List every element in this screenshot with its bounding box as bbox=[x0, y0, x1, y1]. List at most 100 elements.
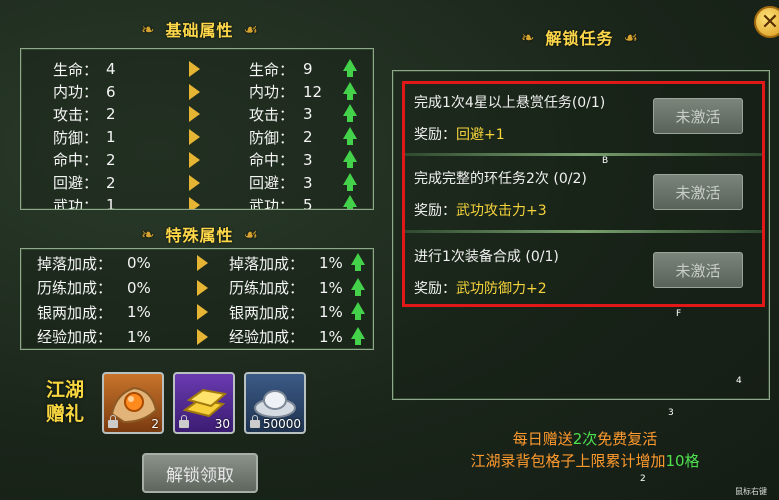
gift-label-line2: 赠礼 bbox=[45, 403, 84, 425]
attr-current-value: 0% bbox=[127, 278, 151, 297]
note-highlight: 2次 bbox=[572, 430, 598, 448]
arrow-up-icon bbox=[351, 326, 365, 345]
jianghu-gift-label: 江湖 赠礼 bbox=[40, 378, 90, 426]
gift-count: 2 bbox=[151, 417, 159, 431]
marker-b: B bbox=[602, 156, 609, 166]
arrow-up-icon bbox=[343, 149, 357, 168]
special-attributes-panel: 掉落加成： 0% 掉落加成： 1% 历练加成： 0% 历练加成： 1% 银两加成： 1% 银两加成：… bbox=[20, 248, 374, 350]
attr-next-label: 生命： bbox=[249, 60, 295, 79]
lock-icon bbox=[250, 415, 260, 428]
attr-current-value: 6 bbox=[106, 82, 116, 101]
special-attributes-title: 特殊属性 bbox=[165, 226, 234, 245]
note-line-1: 每日赠送2次免费复活 bbox=[402, 428, 768, 450]
basic-attributes-panel: 生命： 4 生命： 9 内功： 6 内功： 12 攻击： 2 攻击： 3 防御： 1 防御： 2 命中： 2 命中：… bbox=[20, 48, 374, 210]
attr-next-value: 1% bbox=[319, 327, 343, 346]
attribute-row: 回避： 2 回避： 3 bbox=[21, 172, 371, 194]
attr-next-value: 3 bbox=[303, 173, 313, 192]
gift-slot-3[interactable]: 50000 bbox=[244, 372, 306, 434]
attr-label: 内功： bbox=[53, 83, 99, 102]
arrow-up-icon bbox=[343, 104, 357, 123]
attr-current-value: 4 bbox=[106, 60, 116, 78]
attr-label: 命中： bbox=[53, 151, 99, 170]
attr-current-value: 2 bbox=[106, 105, 116, 124]
attr-next-label: 回避： bbox=[249, 174, 295, 192]
corner-label: 鼠标右键 bbox=[735, 487, 767, 496]
attr-label: 历练加成： bbox=[37, 279, 113, 297]
attr-label: 回避： bbox=[53, 174, 99, 192]
gift-slot-2[interactable]: 30 bbox=[173, 372, 235, 434]
attr-next-label: 防御： bbox=[249, 128, 295, 147]
attribute-row: 攻击： 2 攻击： 3 bbox=[21, 103, 371, 125]
arrow-right-icon bbox=[189, 151, 200, 168]
close-button[interactable]: ✕ bbox=[754, 6, 779, 38]
gift-count: 30 bbox=[214, 417, 230, 431]
lock-icon bbox=[108, 415, 118, 428]
arrow-up-icon bbox=[351, 277, 365, 296]
arrow-up-icon bbox=[343, 81, 357, 100]
attr-next-value: 1% bbox=[319, 278, 343, 297]
note-text: 江湖录背包格子上限累计增加 bbox=[470, 452, 666, 470]
attr-next-value: 3 bbox=[303, 105, 313, 124]
swirl-left-icon: ❧ bbox=[141, 224, 156, 244]
attribute-row: 防御： 1 防御： 2 bbox=[21, 126, 371, 148]
arrow-right-icon bbox=[189, 61, 200, 77]
unlock-tasks-header: ❧ 解锁任务 ☙ bbox=[480, 24, 680, 50]
swirl-left-icon: ❧ bbox=[141, 19, 156, 39]
attr-next-value: 5 bbox=[303, 196, 313, 210]
attr-next-value: 9 bbox=[303, 60, 313, 78]
attribute-row: 武功： 1 武功： 5 bbox=[21, 194, 371, 210]
note-text: 免费复活 bbox=[597, 430, 658, 448]
attr-label: 攻击： bbox=[53, 105, 99, 124]
basic-attributes-header: ❧ 基础属性 ☙ bbox=[100, 16, 300, 42]
attribute-row: 内功： 6 内功： 12 bbox=[21, 81, 371, 103]
attr-next-value: 1% bbox=[319, 303, 343, 321]
attr-next-value: 1% bbox=[319, 254, 343, 272]
arrow-up-icon bbox=[343, 195, 357, 209]
close-icon: ✕ bbox=[760, 9, 779, 35]
attr-label: 武功： bbox=[53, 196, 99, 210]
marker-f: F bbox=[676, 309, 682, 319]
arrow-up-icon bbox=[343, 59, 357, 77]
arrow-up-icon bbox=[351, 302, 365, 320]
arrow-right-icon bbox=[189, 197, 200, 209]
swirl-right-icon: ☙ bbox=[623, 27, 639, 47]
attr-next-label: 内功： bbox=[249, 83, 295, 102]
arrow-up-icon bbox=[351, 253, 365, 271]
attr-current-value: 1% bbox=[127, 327, 151, 346]
attr-current-value: 1 bbox=[106, 196, 116, 210]
attr-label: 银两加成： bbox=[37, 303, 113, 322]
unlock-claim-button[interactable]: 解锁领取 bbox=[142, 453, 258, 493]
arrow-right-icon bbox=[189, 129, 200, 146]
swirl-right-icon: ☙ bbox=[243, 224, 259, 244]
highlight-frame bbox=[402, 81, 765, 307]
attr-next-label: 银两加成： bbox=[229, 303, 305, 322]
attr-label: 防御： bbox=[53, 128, 99, 147]
attr-next-label: 经验加成： bbox=[229, 328, 305, 346]
gift-count: 50000 bbox=[262, 417, 301, 431]
attribute-row: 生命： 4 生命： 9 bbox=[21, 58, 371, 80]
attr-next-label: 武功： bbox=[249, 196, 295, 210]
swirl-right-icon: ☙ bbox=[243, 19, 259, 39]
arrow-right-icon bbox=[197, 255, 208, 271]
note-line-2: 江湖录背包格子上限累计增加10格 bbox=[402, 450, 768, 472]
note-highlight: 10格 bbox=[665, 452, 700, 470]
arrow-right-icon bbox=[189, 83, 200, 100]
gift-slot-1[interactable]: 2 bbox=[102, 372, 164, 434]
unlock-tasks-title: 解锁任务 bbox=[545, 29, 614, 48]
attr-next-value: 12 bbox=[303, 82, 323, 101]
arrow-right-icon bbox=[197, 279, 208, 296]
attribute-row: 经验加成： 1% 经验加成： 1% bbox=[21, 326, 371, 348]
attr-next-label: 掉落加成： bbox=[229, 254, 305, 273]
attribute-row: 历练加成： 0% 历练加成： 1% bbox=[21, 277, 371, 299]
attr-current-value: 2 bbox=[106, 150, 116, 169]
attr-next-value: 3 bbox=[303, 150, 313, 169]
attr-label: 经验加成： bbox=[37, 328, 113, 346]
arrow-up-icon bbox=[343, 127, 357, 146]
bonus-notes: 每日赠送2次免费复活 江湖录背包格子上限累计增加10格 bbox=[402, 428, 768, 472]
attr-current-value: 1 bbox=[106, 128, 116, 147]
attr-current-value: 1% bbox=[127, 303, 151, 321]
attr-label: 掉落加成： bbox=[37, 254, 113, 273]
attribute-row: 银两加成： 1% 银两加成： 1% bbox=[21, 301, 371, 323]
marker-3: 3 bbox=[668, 408, 674, 418]
attribute-row: 掉落加成： 0% 掉落加成： 1% bbox=[21, 252, 371, 274]
